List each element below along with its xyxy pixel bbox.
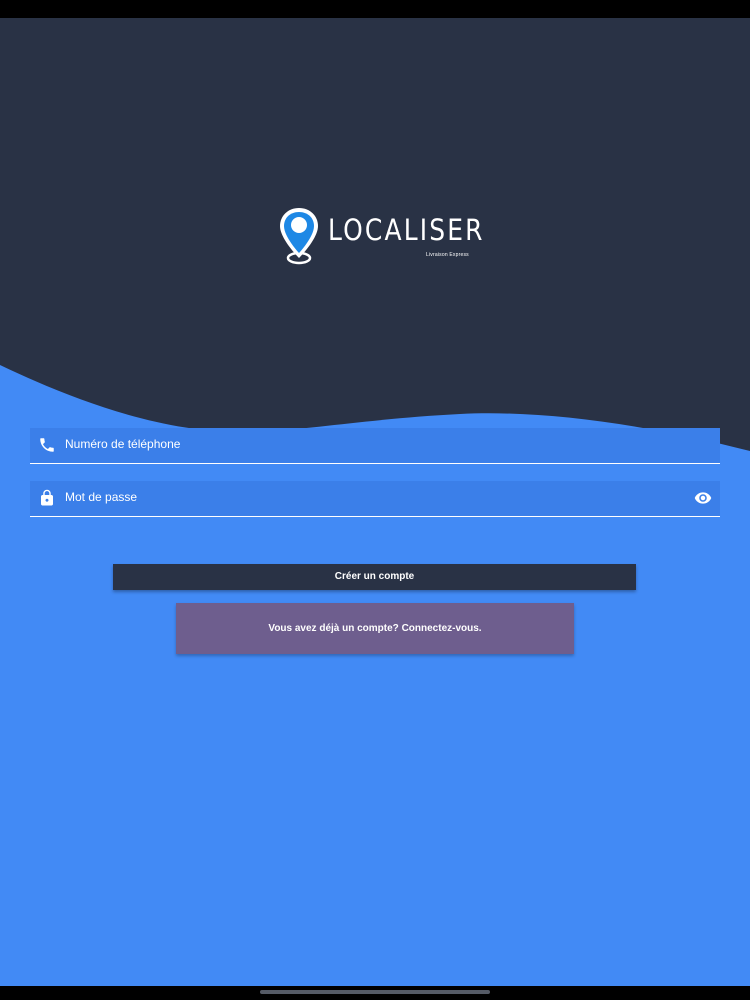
phone-field[interactable]: Numéro de téléphone [30, 428, 720, 464]
phone-field-label: Numéro de téléphone [65, 437, 181, 451]
eye-icon[interactable] [694, 490, 712, 506]
status-bar [0, 0, 750, 18]
create-account-button[interactable]: Créer un compte [113, 564, 636, 590]
home-indicator[interactable] [260, 990, 490, 994]
map-pin-icon [280, 208, 318, 265]
screen: LOCALISER Livraison Express Numéro de té… [0, 0, 750, 1000]
login-link-button[interactable]: Vous avez déjà un compte? Connectez-vous… [176, 603, 574, 654]
password-field-label: Mot de passe [65, 490, 138, 504]
logo-wordmark: LOCALISER [328, 213, 485, 247]
phone-icon [40, 438, 54, 452]
lock-icon [41, 489, 53, 506]
app-content: LOCALISER Livraison Express Numéro de té… [0, 18, 750, 986]
app-logo: LOCALISER Livraison Express [278, 206, 482, 268]
logo-tagline: Livraison Express [426, 252, 469, 258]
password-field[interactable]: Mot de passe [30, 481, 720, 517]
